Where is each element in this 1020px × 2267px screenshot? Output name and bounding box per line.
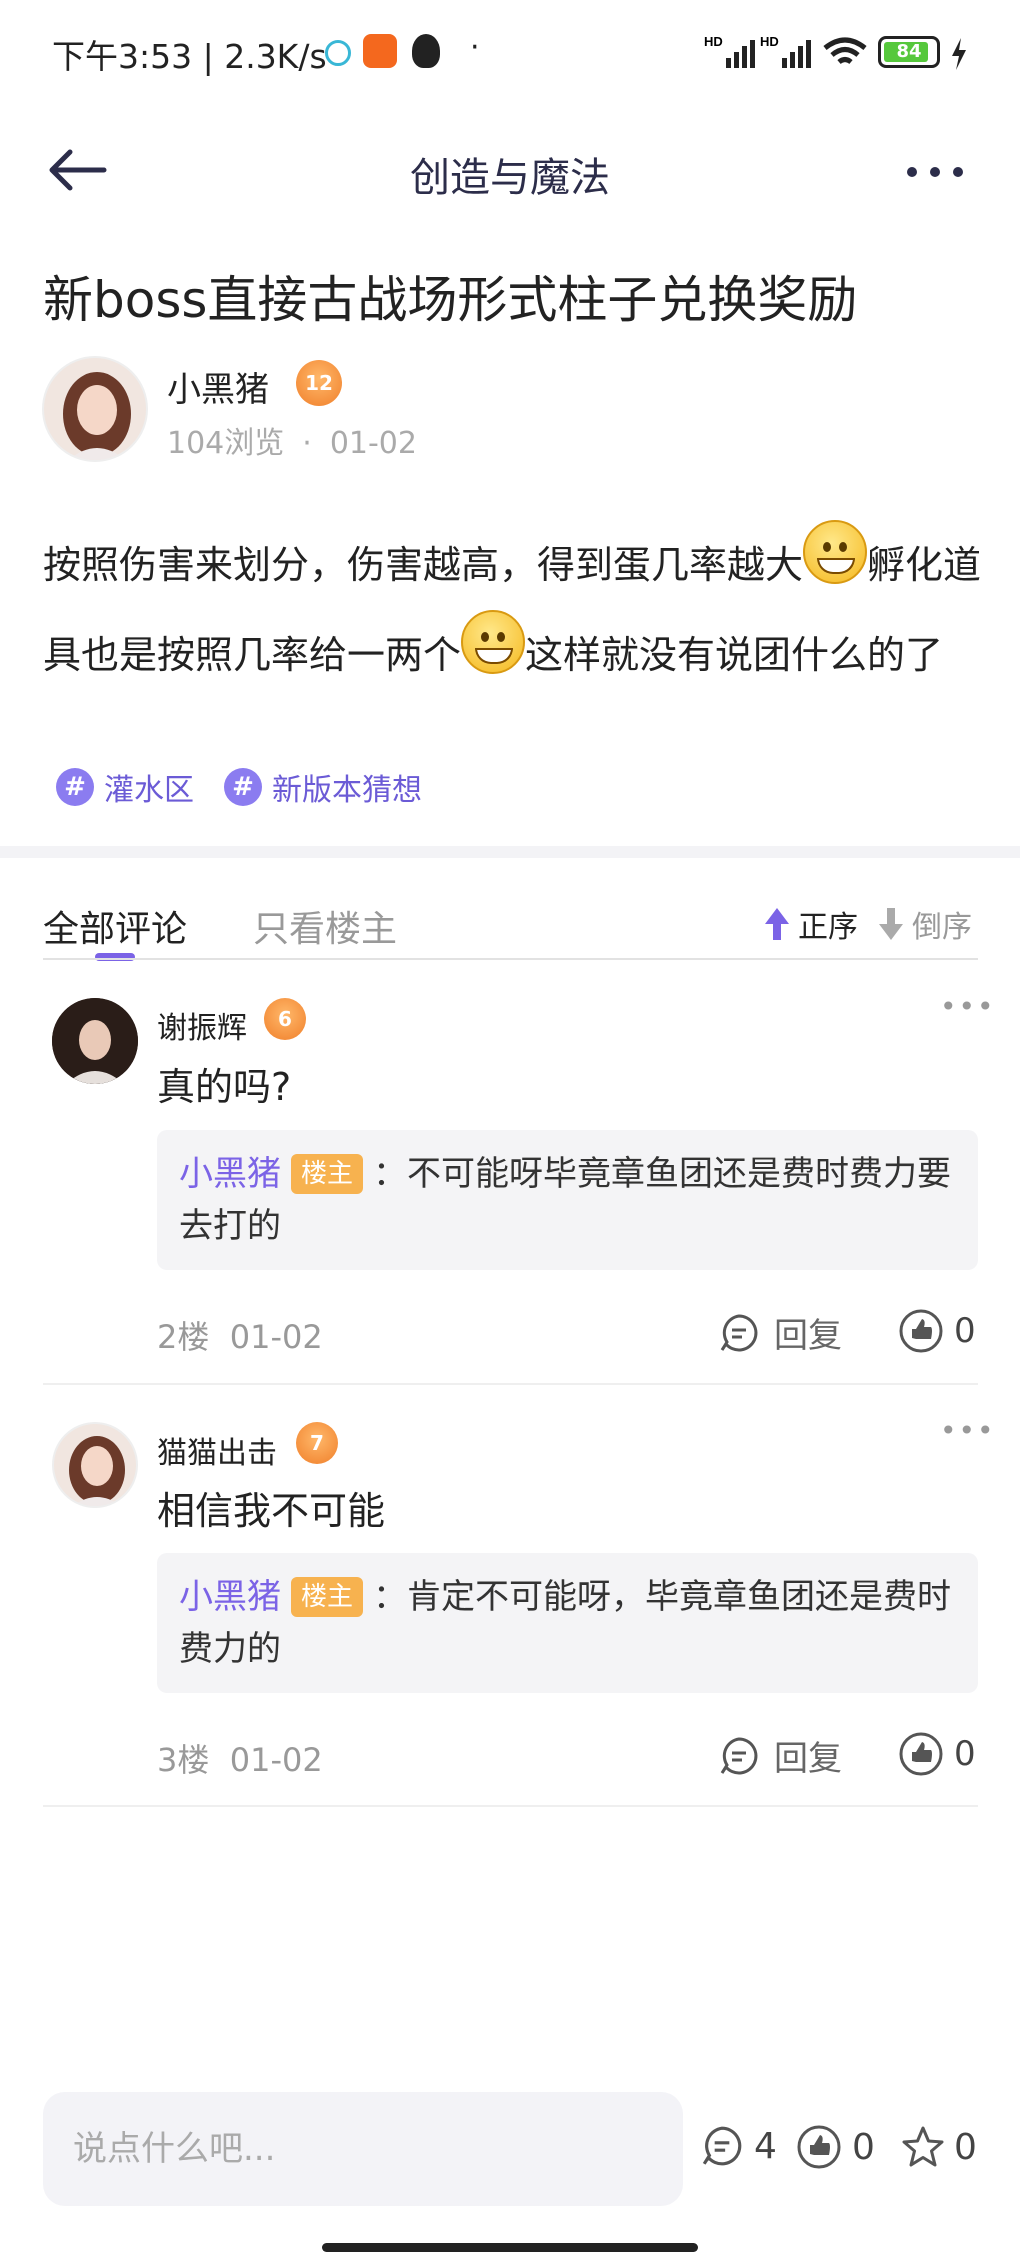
svg-text:HD: HD (704, 34, 723, 49)
floor-number: 3楼 (157, 1741, 210, 1779)
comment-text: 相信我不可能 (157, 1489, 386, 1533)
more-options-icon[interactable] (900, 152, 970, 192)
reply-quote[interactable]: 小黑猪 楼主 ：肯定不可能呀，毕竟章鱼团还是费时费力的 (157, 1553, 978, 1693)
reply-author[interactable]: 小黑猪 (179, 1154, 281, 1194)
post-date: 01-02 (329, 426, 417, 461)
comment-count: 4 (754, 2125, 777, 2167)
comment-more-icon[interactable]: ••• (940, 990, 996, 1023)
battery-level: 84 (896, 41, 922, 62)
status-time: 下午3:53 | 2.3K/s (52, 37, 327, 76)
view-count: 104浏览 (167, 426, 285, 461)
home-indicator[interactable] (322, 2243, 698, 2252)
reply-button[interactable]: 回复 (718, 1731, 842, 1780)
commenter-name[interactable]: 猫猫出击 (157, 1428, 277, 1472)
comment-bubble-icon (720, 1736, 758, 1774)
comment-more-icon[interactable]: ••• (940, 1414, 996, 1447)
tag-chip[interactable]: # 灌水区 (56, 765, 194, 809)
arrow-down-icon (879, 908, 903, 940)
sort-desc-label: 倒序 (912, 910, 972, 945)
arrow-up-icon (765, 908, 789, 940)
reply-quote[interactable]: 小黑猪 楼主 ：不可能呀毕竟章鱼团还是费时费力要去打的 (157, 1130, 978, 1270)
reply-separator: ： (373, 1154, 408, 1194)
level-badge: 12 (296, 360, 342, 406)
reply-separator: ： (373, 1577, 408, 1617)
comment-floor-date: 3楼 01-02 (157, 1735, 323, 1781)
comments-count-button[interactable]: 4 (700, 2124, 777, 2168)
thumbs-up-icon (797, 2125, 841, 2169)
qq-icon (412, 34, 440, 68)
floor-number: 2楼 (157, 1318, 210, 1356)
thumbs-up-icon (899, 1732, 943, 1776)
signal-icon: HD (704, 34, 755, 68)
post-body-part1: 按照伤害来划分，伤害越高，得到蛋几率越大 (43, 543, 804, 587)
comment-bubble-icon (702, 2126, 742, 2166)
svg-text:HD: HD (760, 34, 779, 49)
grin-emoji-icon (803, 520, 868, 584)
charging-icon (952, 38, 966, 70)
sort-asc-label: 正序 (798, 910, 858, 945)
wifi-icon (823, 37, 867, 65)
comment-bubble-icon (720, 1313, 758, 1351)
comment-separator (43, 1383, 978, 1385)
status-dot: · (470, 30, 480, 65)
op-badge: 楼主 (291, 1577, 364, 1617)
like-button[interactable]: 0 (898, 1308, 976, 1354)
post-body-part3: 这样就没有说团什么的了 (525, 633, 944, 677)
page-title: 创造与魔法 (410, 155, 610, 201)
hash-icon: # (56, 768, 94, 806)
tab-only-op[interactable]: 只看楼主 (253, 900, 397, 952)
like-count: 0 (954, 1311, 976, 1351)
grin-emoji-icon-2 (461, 610, 526, 674)
signal-icon-2: HD (760, 34, 811, 68)
hash-icon: # (224, 768, 262, 806)
author-name[interactable]: 小黑猪 (167, 362, 269, 411)
tab-all-comments[interactable]: 全部评论 (43, 900, 187, 952)
like-button[interactable]: 0 (898, 1731, 976, 1777)
status-bar: 下午3:53 | 2.3K/s · HD HD 84 (0, 0, 1020, 110)
favorite-button[interactable]: 0 (900, 2124, 977, 2170)
reply-author[interactable]: 小黑猪 (179, 1577, 281, 1617)
battery-icon: 84 (878, 36, 940, 68)
section-divider (0, 846, 1020, 858)
tag-label: 灌水区 (104, 773, 194, 808)
author-avatar[interactable] (42, 356, 148, 462)
commenter-avatar[interactable] (52, 1422, 138, 1508)
comment-text: 真的吗? (157, 1065, 292, 1109)
tab-baseline (43, 958, 978, 960)
sort-asc-button[interactable]: 正序 (762, 902, 858, 946)
sort-desc-button[interactable]: 倒序 (876, 902, 972, 946)
post-meta: 104浏览 · 01-02 (167, 418, 417, 462)
commenter-name[interactable]: 谢振辉 (157, 1003, 247, 1047)
comment-date: 01-02 (229, 1318, 323, 1356)
tag-chip[interactable]: # 新版本猜想 (224, 765, 422, 809)
comment-floor-date: 2楼 01-02 (157, 1312, 323, 1358)
reply-label: 回复 (774, 1316, 842, 1356)
post-body: 按照伤害来划分，伤害越高，得到蛋几率越大 孵化道具也是按照几率给一两个 这样就没有说… (43, 520, 993, 700)
cloud-icon (325, 40, 351, 66)
reply-label: 回复 (774, 1739, 842, 1779)
commenter-avatar[interactable] (52, 998, 138, 1084)
reply-button[interactable]: 回复 (718, 1308, 842, 1357)
op-badge: 楼主 (291, 1154, 364, 1194)
comment-input[interactable]: 说点什么吧... (43, 2092, 683, 2206)
like-count: 0 (954, 1734, 976, 1774)
thumbs-up-icon (899, 1309, 943, 1353)
star-icon (902, 2126, 944, 2167)
meta-separator: · (302, 426, 312, 461)
comment-date: 01-02 (229, 1741, 323, 1779)
comment-separator (43, 1805, 978, 1807)
tag-label: 新版本猜想 (272, 773, 422, 808)
post-like-button[interactable]: 0 (796, 2124, 875, 2170)
post-like-count: 0 (852, 2126, 875, 2168)
post-title: 新boss直接古战场形式柱子兑换奖励 (43, 271, 858, 329)
favorite-count: 0 (954, 2126, 977, 2168)
video-call-icon (363, 34, 397, 68)
level-badge: 6 (264, 998, 306, 1040)
level-badge: 7 (296, 1422, 338, 1464)
